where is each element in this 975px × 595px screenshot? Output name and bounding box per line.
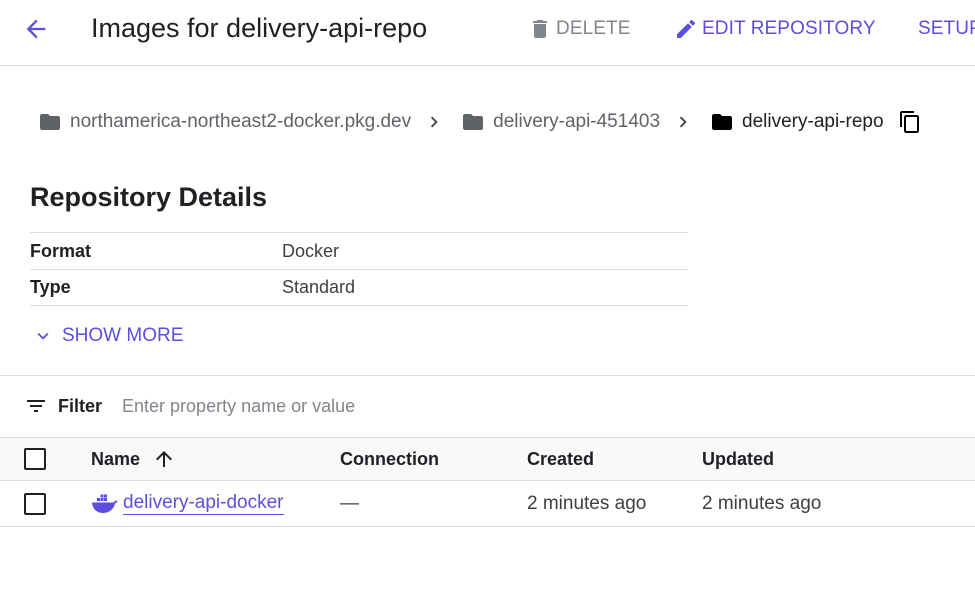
filter-bar: Filter: [24, 392, 723, 420]
images-table: Name Connection Created Updated delivery…: [0, 437, 975, 527]
header-checkbox-cell: [24, 438, 46, 480]
select-all-checkbox[interactable]: [24, 448, 46, 470]
chevron-right-icon: [423, 111, 445, 133]
name-cell: delivery-api-docker: [91, 481, 284, 526]
details-key: Type: [30, 277, 71, 297]
page-title: Images for delivery-api-repo: [91, 13, 428, 43]
chevron-down-icon: [37, 332, 49, 340]
section-divider: [0, 375, 975, 376]
docker-icon: [92, 494, 118, 513]
folder-icon: [712, 114, 733, 130]
arrow-back-icon: [26, 19, 46, 39]
breadcrumb-item-project[interactable]: delivery-api-451403: [461, 110, 660, 134]
column-header-updated[interactable]: Updated: [702, 438, 774, 480]
column-header-created[interactable]: Created: [527, 438, 594, 480]
delete-label: DELETE: [556, 18, 631, 39]
show-more-button[interactable]: SHOW MORE: [32, 322, 183, 350]
breadcrumb-item-host[interactable]: northamerica-northeast2-docker.pkg.dev: [38, 110, 411, 134]
created-cell: 2 minutes ago: [527, 492, 647, 514]
details-row-format: Format Docker: [30, 232, 688, 269]
back-button[interactable]: [18, 13, 54, 45]
filter-label: Filter: [58, 395, 103, 416]
folder-icon: [463, 114, 484, 130]
details-value: Standard: [282, 277, 356, 297]
trash-icon: [533, 20, 547, 38]
delete-button[interactable]: DELETE: [528, 14, 631, 44]
repository-details-title: Repository Details: [30, 182, 268, 212]
column-header-name[interactable]: Name: [91, 438, 176, 480]
filter-icon: [27, 400, 45, 412]
filter-input[interactable]: [122, 395, 723, 417]
breadcrumb-label: delivery-api-repo: [742, 111, 884, 132]
edit-repository-button[interactable]: EDIT REPOSITORY: [674, 14, 876, 44]
chevron-right-icon: [672, 111, 694, 133]
column-header-connection: Connection: [340, 448, 439, 469]
updated-cell: 2 minutes ago: [702, 492, 822, 514]
breadcrumb-label: northamerica-northeast2-docker.pkg.dev: [70, 111, 412, 132]
show-more-label: SHOW MORE: [62, 325, 184, 346]
arrow-up-icon[interactable]: [152, 447, 176, 471]
details-value: Docker: [282, 240, 340, 261]
breadcrumb: northamerica-northeast2-docker.pkg.dev d…: [38, 108, 922, 136]
breadcrumb-label: delivery-api-451403: [493, 111, 661, 132]
column-header-label: Name: [91, 448, 141, 469]
table-header-row: Name Connection Created Updated: [0, 437, 975, 481]
connection-cell: —: [340, 492, 359, 514]
image-link[interactable]: delivery-api-docker: [123, 492, 284, 515]
setup-button[interactable]: SETUP: [918, 14, 975, 44]
row-checkbox-cell: [24, 481, 46, 526]
copy-button[interactable]: [898, 110, 922, 134]
edit-repository-label: EDIT REPOSITORY: [702, 18, 876, 39]
page-header: Images for delivery-api-repo DELETE EDIT…: [0, 0, 975, 66]
row-checkbox[interactable]: [24, 492, 46, 515]
breadcrumb-item-repository: delivery-api-repo: [710, 110, 884, 134]
details-row-type: Type Standard: [30, 269, 688, 306]
repository-details-table: Format Docker Type Standard: [30, 232, 688, 306]
copy-icon: [899, 111, 919, 133]
table-row: delivery-api-docker — 2 minutes ago 2 mi…: [0, 481, 975, 527]
folder-icon: [40, 114, 60, 130]
details-key: Format: [30, 240, 92, 261]
pencil-icon: [677, 19, 696, 38]
setup-label: SETUP: [918, 18, 975, 39]
